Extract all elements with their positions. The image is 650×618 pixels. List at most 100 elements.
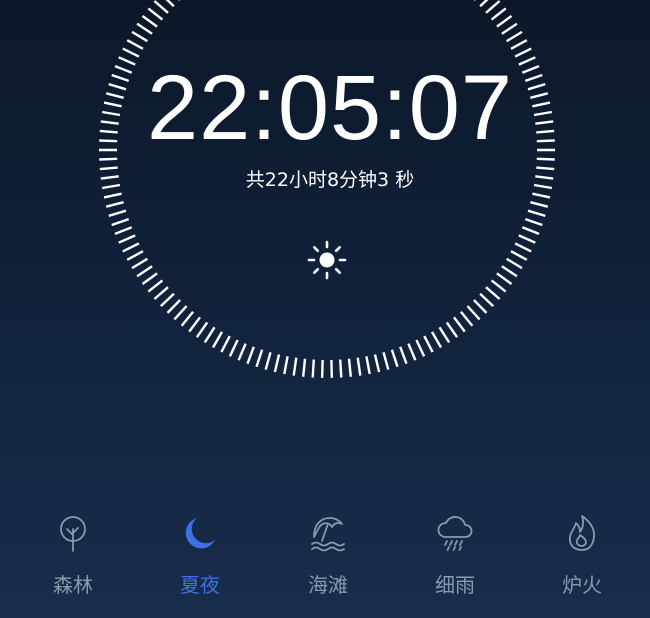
scene-forest[interactable]: 森林 bbox=[28, 505, 118, 605]
dial-tick bbox=[473, 299, 488, 314]
clock-dial: 22:05:07 共22小时8分钟3 秒 bbox=[0, 0, 650, 460]
dial-tick bbox=[220, 335, 231, 353]
dial-tick bbox=[136, 22, 153, 35]
dial-tick bbox=[100, 175, 119, 180]
dial-tick bbox=[122, 47, 140, 58]
dial-tick bbox=[505, 30, 523, 43]
sleep-duration: 共22小时8分钟3 秒 bbox=[245, 169, 415, 191]
dial-tick bbox=[445, 321, 459, 338]
dial-tick bbox=[180, 311, 195, 327]
dial-tick bbox=[339, 359, 343, 378]
scene-beach[interactable]: 海滩 bbox=[283, 505, 373, 605]
dial-tick bbox=[273, 354, 281, 373]
beach-icon bbox=[311, 517, 345, 552]
dial-tick bbox=[365, 356, 371, 375]
dial-tick bbox=[111, 217, 130, 227]
dial-tick bbox=[211, 331, 224, 349]
dial-tick bbox=[108, 209, 127, 218]
dial-tick bbox=[101, 183, 121, 190]
dial-tick bbox=[453, 316, 466, 333]
fire-icon bbox=[568, 515, 595, 551]
scene-label: 炉火 bbox=[562, 573, 602, 597]
dial-tick bbox=[438, 326, 451, 344]
dial-tick bbox=[166, 299, 181, 314]
dial-tick bbox=[524, 217, 543, 227]
dial-tick bbox=[527, 209, 546, 218]
dial-tick bbox=[390, 349, 399, 368]
dial-tick bbox=[459, 311, 474, 327]
scene-drizzle[interactable]: 细雨 bbox=[410, 505, 500, 605]
dial-tick bbox=[147, 279, 164, 293]
dial-tick bbox=[518, 234, 536, 244]
dial-tick bbox=[485, 286, 501, 300]
dial-tick bbox=[203, 326, 216, 344]
dial-tick bbox=[264, 351, 272, 370]
dial-tick bbox=[141, 272, 158, 285]
dial-tick bbox=[292, 357, 298, 376]
dial-tick bbox=[485, 0, 501, 14]
dial-tick bbox=[195, 321, 209, 338]
dial-tick bbox=[423, 335, 434, 353]
dial-tick bbox=[126, 39, 144, 50]
dial-tick bbox=[501, 265, 518, 278]
dial-tick bbox=[536, 166, 555, 171]
dial-tick bbox=[283, 356, 289, 375]
dial-tick bbox=[466, 305, 481, 321]
sun-icon[interactable] bbox=[305, 238, 349, 282]
scene-fireplace[interactable]: 炉火 bbox=[537, 505, 627, 605]
dial-tick bbox=[103, 192, 122, 199]
dial-tick bbox=[114, 226, 133, 236]
dial-tick bbox=[165, 0, 175, 8]
dial-tick bbox=[530, 201, 549, 208]
scene-label: 海滩 bbox=[308, 573, 348, 597]
dial-tick bbox=[131, 30, 149, 43]
scene-summer-night[interactable]: 夏夜 bbox=[155, 505, 245, 605]
moon-icon bbox=[185, 518, 215, 549]
dial-tick bbox=[347, 358, 352, 377]
dial-tick bbox=[501, 22, 518, 35]
dial-tick bbox=[479, 292, 495, 307]
tree-icon bbox=[60, 516, 86, 552]
dial-tick bbox=[373, 354, 381, 373]
dial-tick bbox=[496, 272, 513, 285]
scene-selector: 森林 夏夜 海滩 细雨 炉火 bbox=[0, 505, 650, 618]
dial-tick bbox=[490, 7, 507, 21]
dial-tick bbox=[311, 359, 315, 378]
dial-tick bbox=[496, 15, 513, 28]
dial-tick bbox=[510, 250, 528, 261]
dial-tick bbox=[159, 292, 175, 307]
dial-tick bbox=[430, 331, 443, 349]
rain-cloud-icon bbox=[437, 516, 473, 551]
dial-tick bbox=[228, 339, 239, 357]
scene-label: 夏夜 bbox=[180, 573, 220, 597]
current-time: 22:05:07 bbox=[146, 57, 514, 159]
dial-tick bbox=[105, 201, 124, 208]
dial-tick bbox=[122, 242, 140, 253]
dial-tick bbox=[237, 343, 247, 361]
dial-tick bbox=[302, 358, 307, 377]
dial-tick bbox=[99, 157, 118, 161]
dial-tick bbox=[173, 305, 188, 321]
dial-tick bbox=[141, 15, 158, 28]
dial-tick bbox=[188, 316, 201, 333]
dial-tick bbox=[514, 47, 532, 58]
dial-tick bbox=[255, 349, 264, 368]
dial-tick bbox=[510, 39, 528, 50]
dial-tick bbox=[126, 250, 144, 261]
dial-tick bbox=[118, 234, 136, 244]
dial-tick bbox=[153, 286, 169, 300]
dial-tick bbox=[382, 351, 390, 370]
dial-tick bbox=[153, 0, 169, 14]
dial-tick bbox=[356, 357, 362, 376]
dial-tick bbox=[532, 192, 551, 199]
scene-label: 细雨 bbox=[435, 573, 475, 597]
dial-tick bbox=[514, 242, 532, 253]
dial-tick bbox=[535, 175, 554, 180]
dial-tick bbox=[490, 279, 507, 293]
dial-tick bbox=[246, 346, 255, 365]
dial-tick bbox=[407, 343, 417, 361]
dial-tick bbox=[521, 226, 540, 236]
dial-tick bbox=[479, 0, 489, 8]
dial-tick bbox=[399, 346, 408, 365]
dial-tick bbox=[131, 257, 149, 270]
